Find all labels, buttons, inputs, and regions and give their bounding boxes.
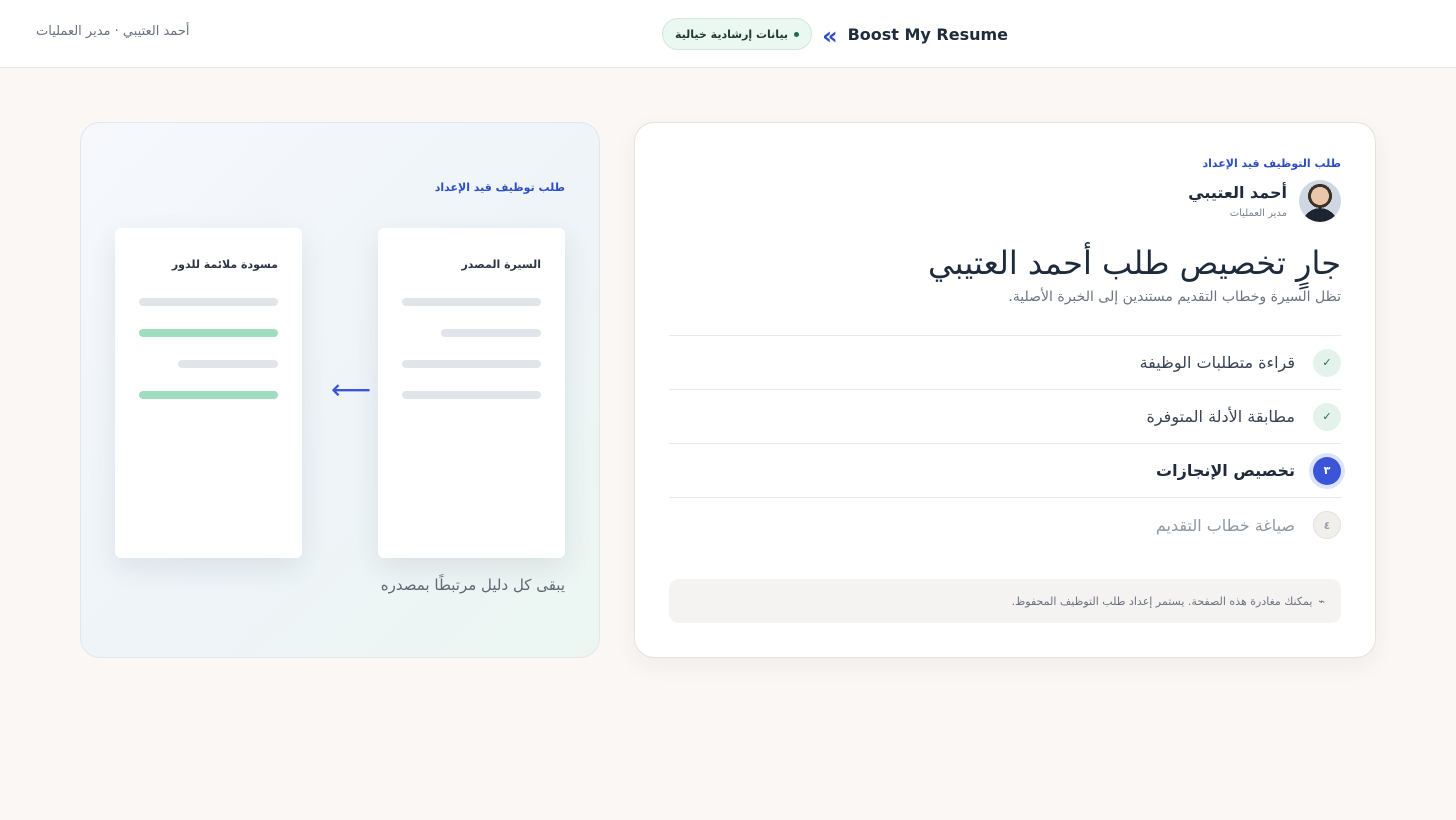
step-label: مطابقة الأدلة المتوفرة [1146, 407, 1295, 427]
brand-name[interactable]: Boost My Resume [848, 25, 1008, 44]
text-line [402, 391, 541, 399]
dot-icon [794, 31, 800, 37]
text-line [139, 298, 278, 306]
illustration-caption: يبقى كل دليل مرتبطًا بمصدره [380, 576, 565, 594]
step-label: تخصيص الإنجازات [1156, 461, 1295, 481]
profile-role: مدير العمليات [1229, 208, 1287, 219]
step-item: ✓ قراءة متطلبات الوظيفة [669, 336, 1341, 391]
page-subtitle: تظل السيرة وخطاب التقديم مستندين إلى الخ… [1008, 289, 1341, 306]
highlighted-line [139, 329, 278, 337]
text-line [402, 360, 541, 368]
brand: بيانات إرشادية خيالية « Boost My Resume [662, 18, 1008, 50]
avatar [1299, 180, 1341, 222]
illustration-eyebrow: طلب توظيف قيد الإعداد [434, 181, 565, 194]
check-icon: ✓ [1313, 402, 1341, 431]
text-line [178, 360, 278, 368]
step-number: ٣ [1313, 456, 1341, 485]
user-info: أحمد العتيبي · مدير العمليات [36, 24, 190, 39]
step-label: قراءة متطلبات الوظيفة [1139, 353, 1295, 373]
highlighted-line [139, 391, 278, 399]
doc-title: السيرة المصدر [461, 258, 541, 271]
profile-name: أحمد العتيبي [1188, 183, 1287, 202]
step-item: ٤ صياغة خطاب التقديم [669, 498, 1341, 552]
logo-icon: « [822, 22, 838, 50]
badge-label: بيانات إرشادية خيالية [675, 27, 789, 41]
info-icon: ⌁ [1318, 594, 1325, 608]
tailored-draft-doc: مسودة ملائمة للدور [115, 228, 302, 558]
doc-title: مسودة ملائمة للدور [171, 258, 278, 271]
illustration-card: طلب توظيف قيد الإعداد السيرة المصدر ⟵ مس… [80, 122, 600, 658]
card-eyebrow: طلب التوظيف قيد الإعداد [1202, 157, 1341, 170]
source-resume-doc: السيرة المصدر [378, 228, 565, 558]
step-item-active: ٣ تخصيص الإنجازات [669, 444, 1341, 499]
application-status-card: طلب التوظيف قيد الإعداد أحمد العتيبي مدي… [634, 122, 1376, 658]
step-label: صياغة خطاب التقديم [1155, 515, 1295, 535]
check-icon: ✓ [1313, 348, 1341, 377]
profile: أحمد العتيبي مدير العمليات [669, 180, 1341, 222]
info-note: ⌁ يمكنك مغادرة هذه الصفحة. يستمر إعداد ط… [669, 579, 1341, 623]
step-item: ✓ مطابقة الأدلة المتوفرة [669, 390, 1341, 445]
page-title: جارٍ تخصيص طلب أحمد العتيبي [927, 244, 1341, 282]
demo-data-badge: بيانات إرشادية خيالية [662, 18, 813, 50]
note-text: يمكنك مغادرة هذه الصفحة. يستمر إعداد طلب… [1011, 594, 1313, 608]
progress-steps: ✓ قراءة متطلبات الوظيفة ✓ مطابقة الأدلة … [669, 335, 1341, 552]
arrow-left-icon: ⟵ [331, 373, 372, 406]
text-line [441, 329, 541, 337]
text-line [402, 298, 541, 306]
step-number: ٤ [1313, 511, 1341, 540]
top-header: أحمد العتيبي · مدير العمليات بيانات إرشا… [0, 0, 1456, 68]
